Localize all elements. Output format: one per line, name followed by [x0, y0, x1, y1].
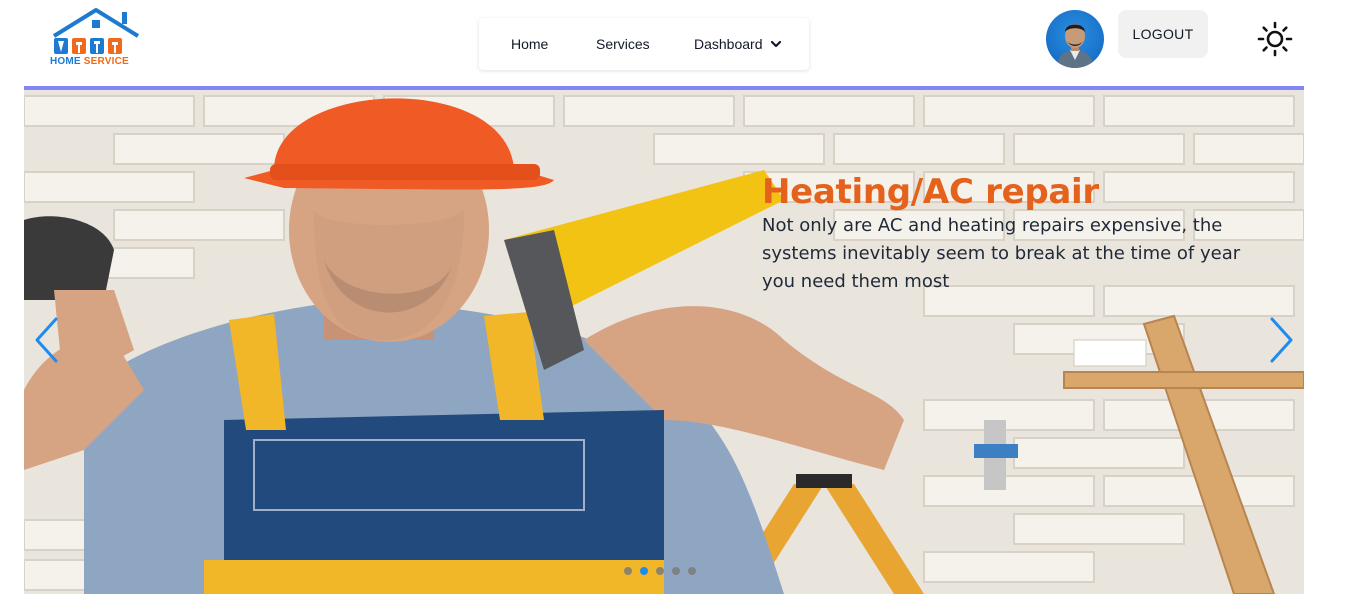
theme-toggle-button[interactable] — [1256, 20, 1294, 58]
user-photo — [1056, 24, 1094, 68]
carousel-next-button[interactable] — [1266, 316, 1296, 364]
chevron-right-icon — [1270, 317, 1293, 363]
site-header: HOME SERVICE Home Services Dashboard LOG… — [0, 0, 1346, 86]
carousel-pagination — [624, 567, 696, 575]
sun-icon — [1257, 21, 1293, 57]
hero-worker-image — [24, 90, 1304, 594]
slide-description: Not only are AC and heating repairs expe… — [762, 215, 1241, 292]
nav-dashboard-dropdown[interactable]: Dashboard — [694, 18, 783, 70]
hero-carousel: Heating/AC repair Not only are AC and he… — [24, 86, 1304, 594]
house-tools-logo-icon — [52, 8, 140, 54]
carousel-dot[interactable] — [656, 567, 664, 575]
nav-home-link[interactable]: Home — [511, 18, 548, 70]
chevron-left-icon — [35, 317, 58, 363]
home-service-logo[interactable]: HOME SERVICE — [48, 6, 144, 70]
slide-title: Heating/AC repair — [762, 172, 1099, 212]
carousel-dot[interactable] — [688, 567, 696, 575]
carousel-dot[interactable] — [672, 567, 680, 575]
logo-text: HOME SERVICE — [50, 56, 129, 67]
carousel-dot[interactable] — [640, 567, 648, 575]
logout-button[interactable]: LOGOUT — [1118, 10, 1208, 58]
carousel-dot[interactable] — [624, 567, 632, 575]
nav-services-link[interactable]: Services — [596, 18, 650, 70]
carousel-prev-button[interactable] — [32, 316, 62, 364]
chevron-down-icon — [770, 40, 781, 48]
user-avatar[interactable] — [1046, 10, 1104, 68]
main-nav: Home Services Dashboard — [479, 18, 809, 70]
nav-dashboard-label: Dashboard — [694, 36, 763, 52]
